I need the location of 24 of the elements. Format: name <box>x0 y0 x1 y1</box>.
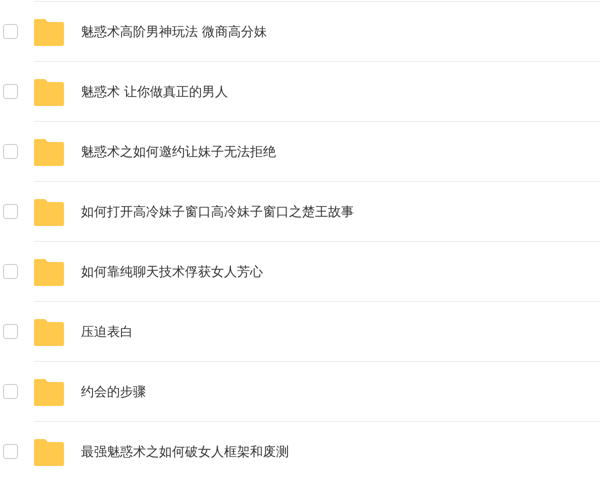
checkbox[interactable] <box>3 384 18 398</box>
folder-name[interactable]: 魅惑术 让你做真正的男人 <box>81 82 228 100</box>
folder-name[interactable]: 如何打开高冷妹子窗口高冷妹子窗口之楚王故事 <box>81 202 354 220</box>
checkbox[interactable] <box>3 84 18 98</box>
folder-icon <box>34 379 64 406</box>
checkbox[interactable] <box>3 324 18 338</box>
checkbox[interactable] <box>3 444 18 458</box>
folder-icon <box>34 199 64 226</box>
folder-name[interactable]: 约会的步骤 <box>81 382 146 400</box>
folder-icon <box>34 439 64 466</box>
folder-icon <box>34 319 64 346</box>
checkbox[interactable] <box>3 144 18 158</box>
folder-icon <box>34 19 64 46</box>
folder-name[interactable]: 如何靠纯聊天技术俘获女人芳心 <box>81 262 263 280</box>
checkbox[interactable] <box>3 204 18 218</box>
folder-name[interactable]: 最强魅惑术之如何破女人框架和废测 <box>81 442 289 460</box>
folder-name[interactable]: 压迫表白 <box>81 322 133 340</box>
checkbox[interactable] <box>3 264 18 278</box>
folder-icon <box>34 139 64 166</box>
folder-icon <box>34 79 64 106</box>
checkbox[interactable] <box>3 24 18 38</box>
folder-name[interactable]: 魅惑术高阶男神玩法 微商高分妹 <box>81 22 268 40</box>
folder-icon <box>34 259 64 286</box>
folder-name[interactable]: 魅惑术之如何邀约让妹子无法拒绝 <box>81 142 276 160</box>
